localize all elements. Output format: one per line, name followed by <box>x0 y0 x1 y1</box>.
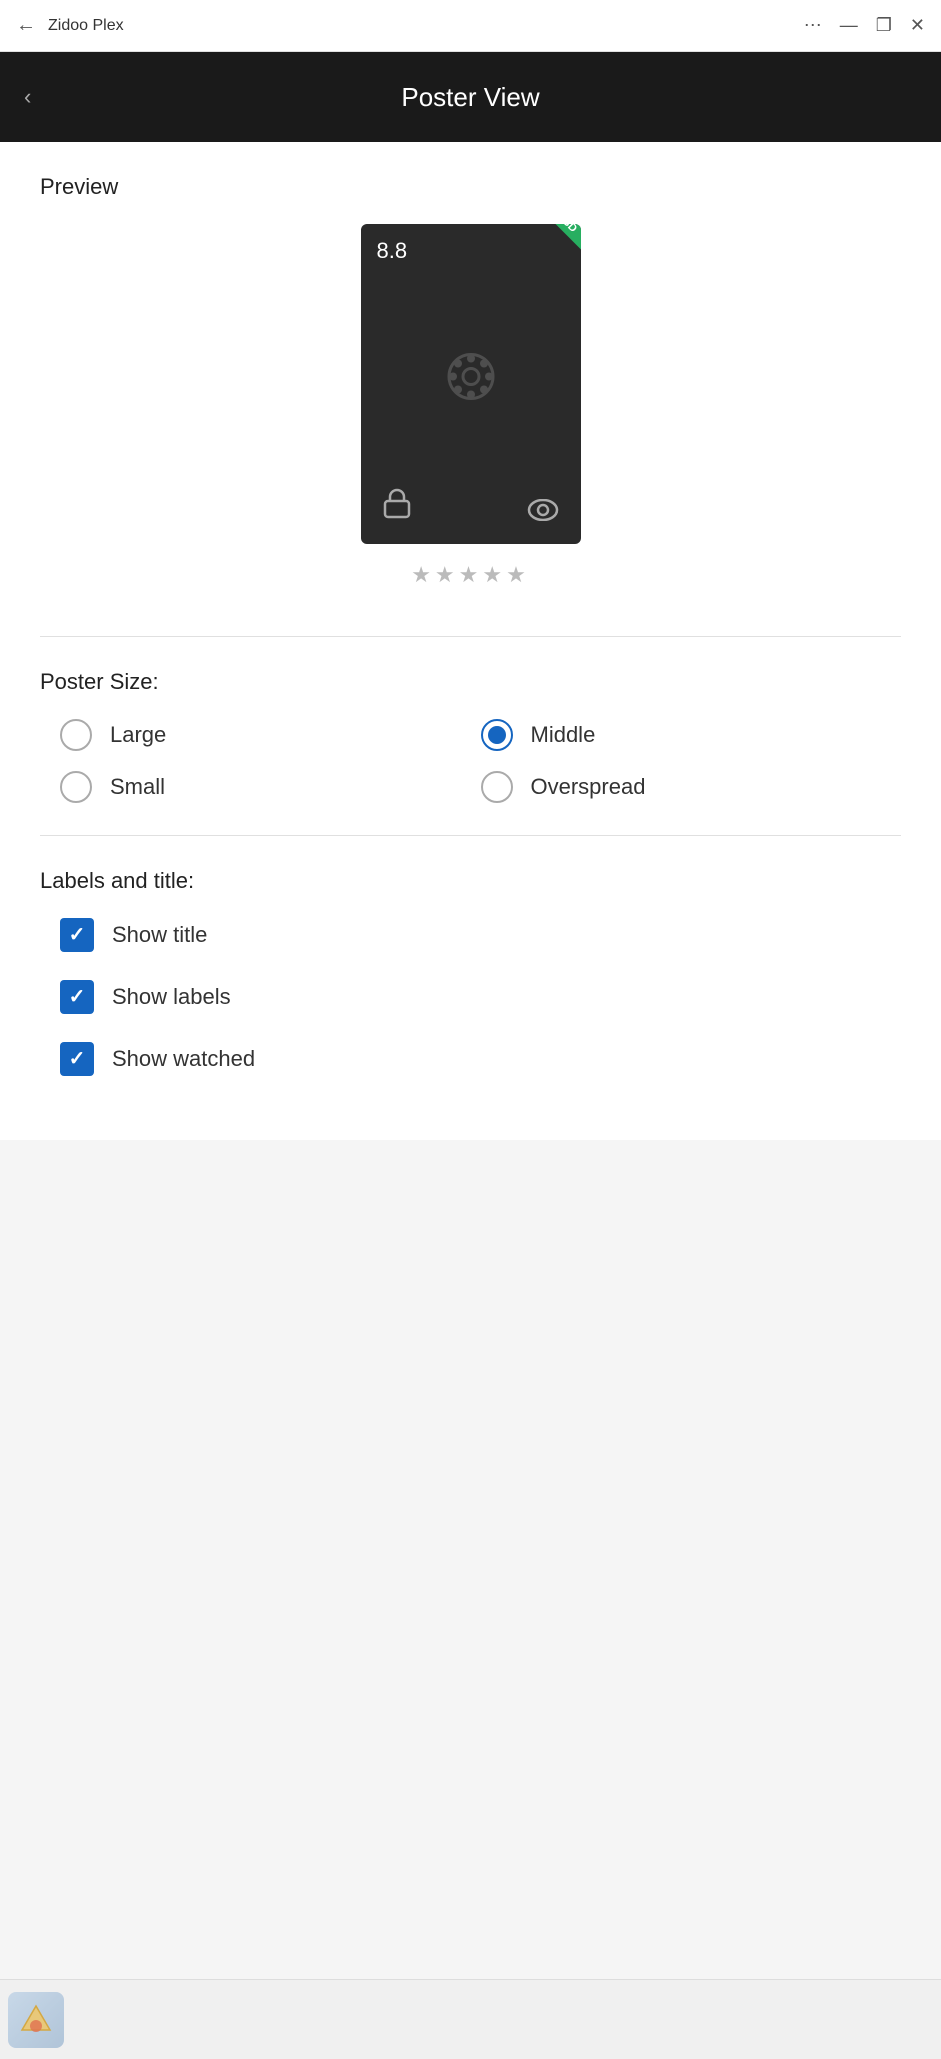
checkbox-list: ✓ Show title ✓ Show labels ✓ Show watche… <box>40 918 901 1076</box>
checkbox-show-labels[interactable]: ✓ <box>60 980 94 1014</box>
bottom-bar <box>0 1979 941 2059</box>
radio-item-middle[interactable]: Middle <box>481 719 902 751</box>
divider-2 <box>40 835 901 836</box>
checkbox-item-show-title[interactable]: ✓ Show title <box>60 918 901 952</box>
radio-item-small[interactable]: Small <box>60 771 481 803</box>
label-show-labels: Show labels <box>112 984 231 1010</box>
lock-icon <box>383 487 411 526</box>
eye-icon <box>527 496 559 528</box>
checkmark-show-watched: ✓ <box>69 1049 86 1069</box>
radio-circle-large[interactable] <box>60 719 92 751</box>
checkbox-item-show-labels[interactable]: ✓ Show labels <box>60 980 901 1014</box>
label-show-watched: Show watched <box>112 1046 255 1072</box>
page-back-button[interactable]: ‹ <box>24 84 31 110</box>
poster-rating: 8.8 <box>377 238 408 264</box>
radio-label-small: Small <box>110 774 165 800</box>
app-icon[interactable] <box>8 1992 64 2048</box>
radio-label-large: Large <box>110 722 166 748</box>
preview-section: Preview 8.8 3DBD <box>40 174 901 588</box>
title-bar-controls: ⋯ — ❐ ✕ <box>804 15 925 36</box>
checkmark-show-labels: ✓ <box>69 987 86 1007</box>
radio-item-large[interactable]: Large <box>60 719 481 751</box>
preview-section-title: Preview <box>40 174 901 200</box>
poster-badge: 3DBD <box>511 224 581 294</box>
poster-size-section: Poster Size: Large Middle Small Overspre… <box>40 669 901 803</box>
poster-card: 8.8 3DBD <box>361 224 581 544</box>
poster-size-options: Large Middle Small Overspread <box>40 719 901 803</box>
checkmark-show-title: ✓ <box>69 925 86 945</box>
divider-1 <box>40 636 901 637</box>
poster-badge-label: 3DBD <box>529 224 580 255</box>
close-icon[interactable]: ✕ <box>910 15 925 36</box>
restore-icon[interactable]: ❐ <box>876 15 892 36</box>
radio-circle-overspread[interactable] <box>481 771 513 803</box>
radio-circle-middle[interactable] <box>481 719 513 751</box>
title-bar-left: ← Zidoo Plex <box>16 14 124 37</box>
radio-circle-small[interactable] <box>60 771 92 803</box>
label-show-title: Show title <box>112 922 207 948</box>
app-name: Zidoo Plex <box>48 17 124 35</box>
checkbox-show-title[interactable]: ✓ <box>60 918 94 952</box>
labels-title-label: Labels and title: <box>40 868 901 894</box>
minimize-icon[interactable]: — <box>840 15 858 36</box>
radio-label-middle: Middle <box>531 722 596 748</box>
labels-title-section: Labels and title: ✓ Show title ✓ Show la… <box>40 868 901 1076</box>
radio-item-overspread[interactable]: Overspread <box>481 771 902 803</box>
film-reel-icon <box>439 345 503 424</box>
preview-container: 8.8 3DBD <box>40 224 901 588</box>
main-content: Preview 8.8 3DBD <box>0 142 941 1140</box>
title-bar: ← Zidoo Plex ⋯ — ❐ ✕ <box>0 0 941 52</box>
poster-stars: ★★★★★ <box>411 562 530 588</box>
poster-size-label: Poster Size: <box>40 669 901 695</box>
back-arrow-icon[interactable]: ← <box>16 14 36 37</box>
page-header: ‹ Poster View <box>0 52 941 142</box>
more-icon[interactable]: ⋯ <box>804 15 822 36</box>
page-title: Poster View <box>401 82 539 113</box>
checkbox-item-show-watched[interactable]: ✓ Show watched <box>60 1042 901 1076</box>
checkbox-show-watched[interactable]: ✓ <box>60 1042 94 1076</box>
radio-label-overspread: Overspread <box>531 774 646 800</box>
